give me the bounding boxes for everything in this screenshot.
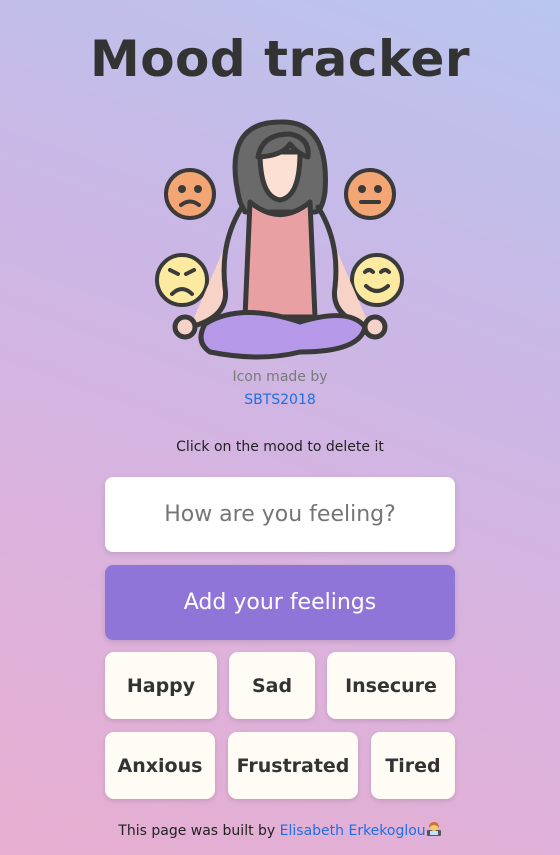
mood-item-tired[interactable]: Tired xyxy=(371,732,455,799)
sad-face-icon xyxy=(164,168,216,220)
woman-meditating-icon xyxy=(155,119,404,360)
mood-input[interactable] xyxy=(105,477,455,552)
footer-prefix: This page was built by xyxy=(118,823,276,839)
mood-item-sad[interactable]: Sad xyxy=(229,652,315,719)
mood-item-insecure[interactable]: Insecure xyxy=(327,652,455,719)
add-feelings-button[interactable]: Add your feelings xyxy=(105,565,455,640)
worried-face-icon xyxy=(155,253,209,307)
content-face-icon xyxy=(350,253,404,307)
woman-technologist-icon xyxy=(426,822,441,836)
mood-item-anxious[interactable]: Anxious xyxy=(105,732,215,799)
page-title: Mood tracker xyxy=(89,30,471,88)
mood-item-frustrated[interactable]: Frustrated xyxy=(228,732,358,799)
delete-hint: Click on the mood to delete it xyxy=(176,439,384,455)
footer-author-link[interactable]: Elisabeth Erkekoglou xyxy=(280,823,426,839)
mood-item-happy[interactable]: Happy xyxy=(105,652,217,719)
meditation-illustration xyxy=(150,112,410,367)
neutral-face-icon xyxy=(344,168,396,220)
icon-credit-text: Icon made by xyxy=(232,369,328,385)
footer: This page was built by Elisabeth Erkekog… xyxy=(0,821,560,839)
icon-credit-link[interactable]: SBTS2018 xyxy=(0,392,560,408)
